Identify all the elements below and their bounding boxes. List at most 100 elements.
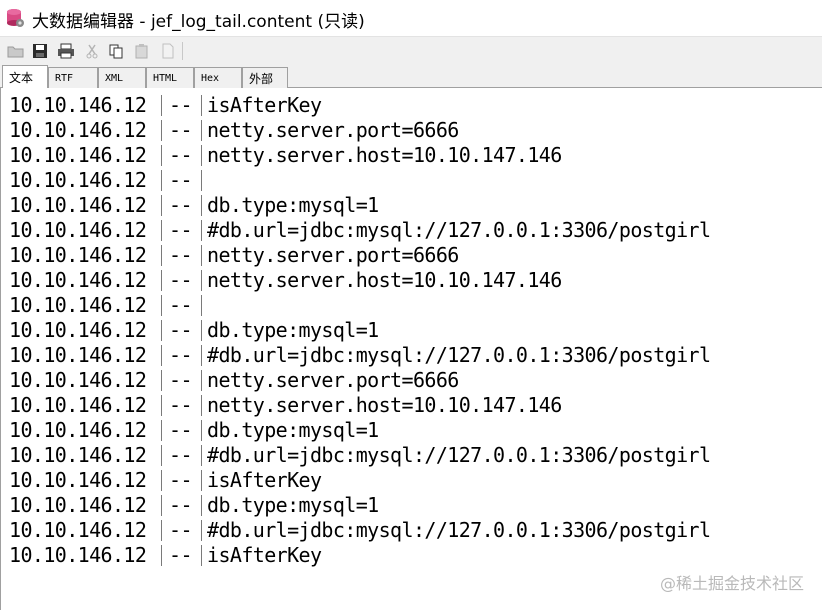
log-separator: -- (169, 393, 192, 417)
tab-external[interactable]: 外部 (242, 67, 288, 88)
log-ip: 10.10.146.12 (9, 168, 147, 192)
log-ip: 10.10.146.12 (9, 543, 147, 567)
log-ip: 10.10.146.12 (9, 318, 147, 342)
column-divider (161, 145, 162, 166)
log-separator: -- (169, 168, 192, 192)
log-ip: 10.10.146.12 (9, 293, 147, 317)
log-ip: 10.10.146.12 (9, 443, 147, 467)
log-line: 10.10.146.12 -- #db.url=jdbc:mysql://127.0… (9, 443, 809, 468)
column-divider (201, 395, 202, 416)
title-bar: 大数据编辑器 - jef_log_tail.content (只读) (0, 0, 822, 36)
column-divider (161, 220, 162, 241)
tab-xml[interactable]: XML (98, 67, 146, 88)
column-divider (161, 320, 162, 341)
column-divider (201, 145, 202, 166)
log-separator: -- (169, 493, 192, 517)
column-divider (161, 245, 162, 266)
log-message: #db.url=jdbc:mysql://127.0.0.1:3306/post… (207, 343, 711, 367)
column-divider (201, 370, 202, 391)
column-divider (201, 345, 202, 366)
column-divider (161, 195, 162, 216)
column-divider (161, 370, 162, 391)
log-line: 10.10.146.12 -- netty.server.port=6666 (9, 368, 809, 393)
log-ip: 10.10.146.12 (9, 143, 147, 167)
log-separator: -- (169, 318, 192, 342)
tab-html[interactable]: HTML (146, 67, 194, 88)
column-divider (201, 170, 202, 191)
log-message: isAfterKey (207, 93, 322, 117)
copy-icon[interactable] (106, 41, 126, 61)
log-message: netty.server.port=6666 (207, 118, 459, 142)
log-line: 10.10.146.12 -- #db.url=jdbc:mysql://127.0… (9, 343, 809, 368)
column-divider (201, 245, 202, 266)
column-divider (161, 520, 162, 541)
column-divider (201, 270, 202, 291)
log-message: netty.server.host=10.10.147.146 (207, 393, 562, 417)
column-divider (161, 470, 162, 491)
column-divider (161, 170, 162, 191)
log-message: isAfterKey (207, 468, 322, 492)
paste-icon[interactable] (132, 41, 152, 61)
tab-rtf[interactable]: RTF (48, 67, 98, 88)
log-line: 10.10.146.12 -- #db.url=jdbc:mysql://127.0… (9, 218, 809, 243)
column-divider (161, 545, 162, 566)
column-divider (201, 295, 202, 316)
column-divider (201, 420, 202, 441)
log-ip: 10.10.146.12 (9, 493, 147, 517)
log-separator: -- (169, 193, 192, 217)
tab-text[interactable]: 文本 (2, 65, 48, 88)
save-icon[interactable] (30, 41, 50, 61)
log-line: 10.10.146.12 -- isAfterKey (9, 543, 809, 568)
column-divider (161, 295, 162, 316)
open-folder-icon[interactable] (6, 41, 26, 61)
log-ip: 10.10.146.12 (9, 518, 147, 542)
column-divider (161, 345, 162, 366)
text-editor[interactable]: @稀土掘金技术社区 10.10.146.12 -- isAfterKey 10.10.… (0, 88, 822, 610)
log-message: db.type:mysql=1 (207, 493, 379, 517)
column-divider (201, 520, 202, 541)
log-message: db.type:mysql=1 (207, 418, 379, 442)
log-separator: -- (169, 93, 192, 117)
column-divider (161, 395, 162, 416)
log-message: db.type:mysql=1 (207, 193, 379, 217)
log-line: 10.10.146.12 -- #db.url=jdbc:mysql://127.0… (9, 518, 809, 543)
new-document-icon[interactable] (158, 41, 178, 61)
log-line: 10.10.146.12 -- (9, 168, 809, 193)
log-line: 10.10.146.12 -- db.type:mysql=1 (9, 318, 809, 343)
log-message: #db.url=jdbc:mysql://127.0.0.1:3306/post… (207, 518, 711, 542)
log-line: 10.10.146.12 -- isAfterKey (9, 93, 809, 118)
column-divider (201, 545, 202, 566)
log-separator: -- (169, 343, 192, 367)
column-divider (201, 220, 202, 241)
column-divider (161, 95, 162, 116)
column-divider (161, 445, 162, 466)
log-line: 10.10.146.12 -- netty.server.host=10.10.14… (9, 268, 809, 293)
log-separator: -- (169, 143, 192, 167)
toolbar-separator (182, 42, 183, 60)
log-separator: -- (169, 518, 192, 542)
log-line: 10.10.146.12 -- netty.server.port=6666 (9, 118, 809, 143)
log-message: isAfterKey (207, 543, 322, 567)
log-separator: -- (169, 418, 192, 442)
print-icon[interactable] (56, 41, 76, 61)
view-tabs: 文本 RTF XML HTML Hex 外部 (0, 64, 822, 88)
log-line: 10.10.146.12 -- isAfterKey (9, 468, 809, 493)
log-ip: 10.10.146.12 (9, 218, 147, 242)
column-divider (201, 95, 202, 116)
column-divider (161, 120, 162, 141)
log-separator: -- (169, 243, 192, 267)
column-divider (201, 445, 202, 466)
log-line: 10.10.146.12 -- (9, 293, 809, 318)
log-ip: 10.10.146.12 (9, 268, 147, 292)
column-divider (161, 420, 162, 441)
log-separator: -- (169, 468, 192, 492)
tab-hex[interactable]: Hex (194, 67, 242, 88)
log-line: 10.10.146.12 -- db.type:mysql=1 (9, 418, 809, 443)
log-separator: -- (169, 268, 192, 292)
column-divider (201, 495, 202, 516)
column-divider (161, 495, 162, 516)
log-message: #db.url=jdbc:mysql://127.0.0.1:3306/post… (207, 218, 711, 242)
cut-icon[interactable] (82, 41, 102, 61)
log-separator: -- (169, 543, 192, 567)
log-separator: -- (169, 218, 192, 242)
